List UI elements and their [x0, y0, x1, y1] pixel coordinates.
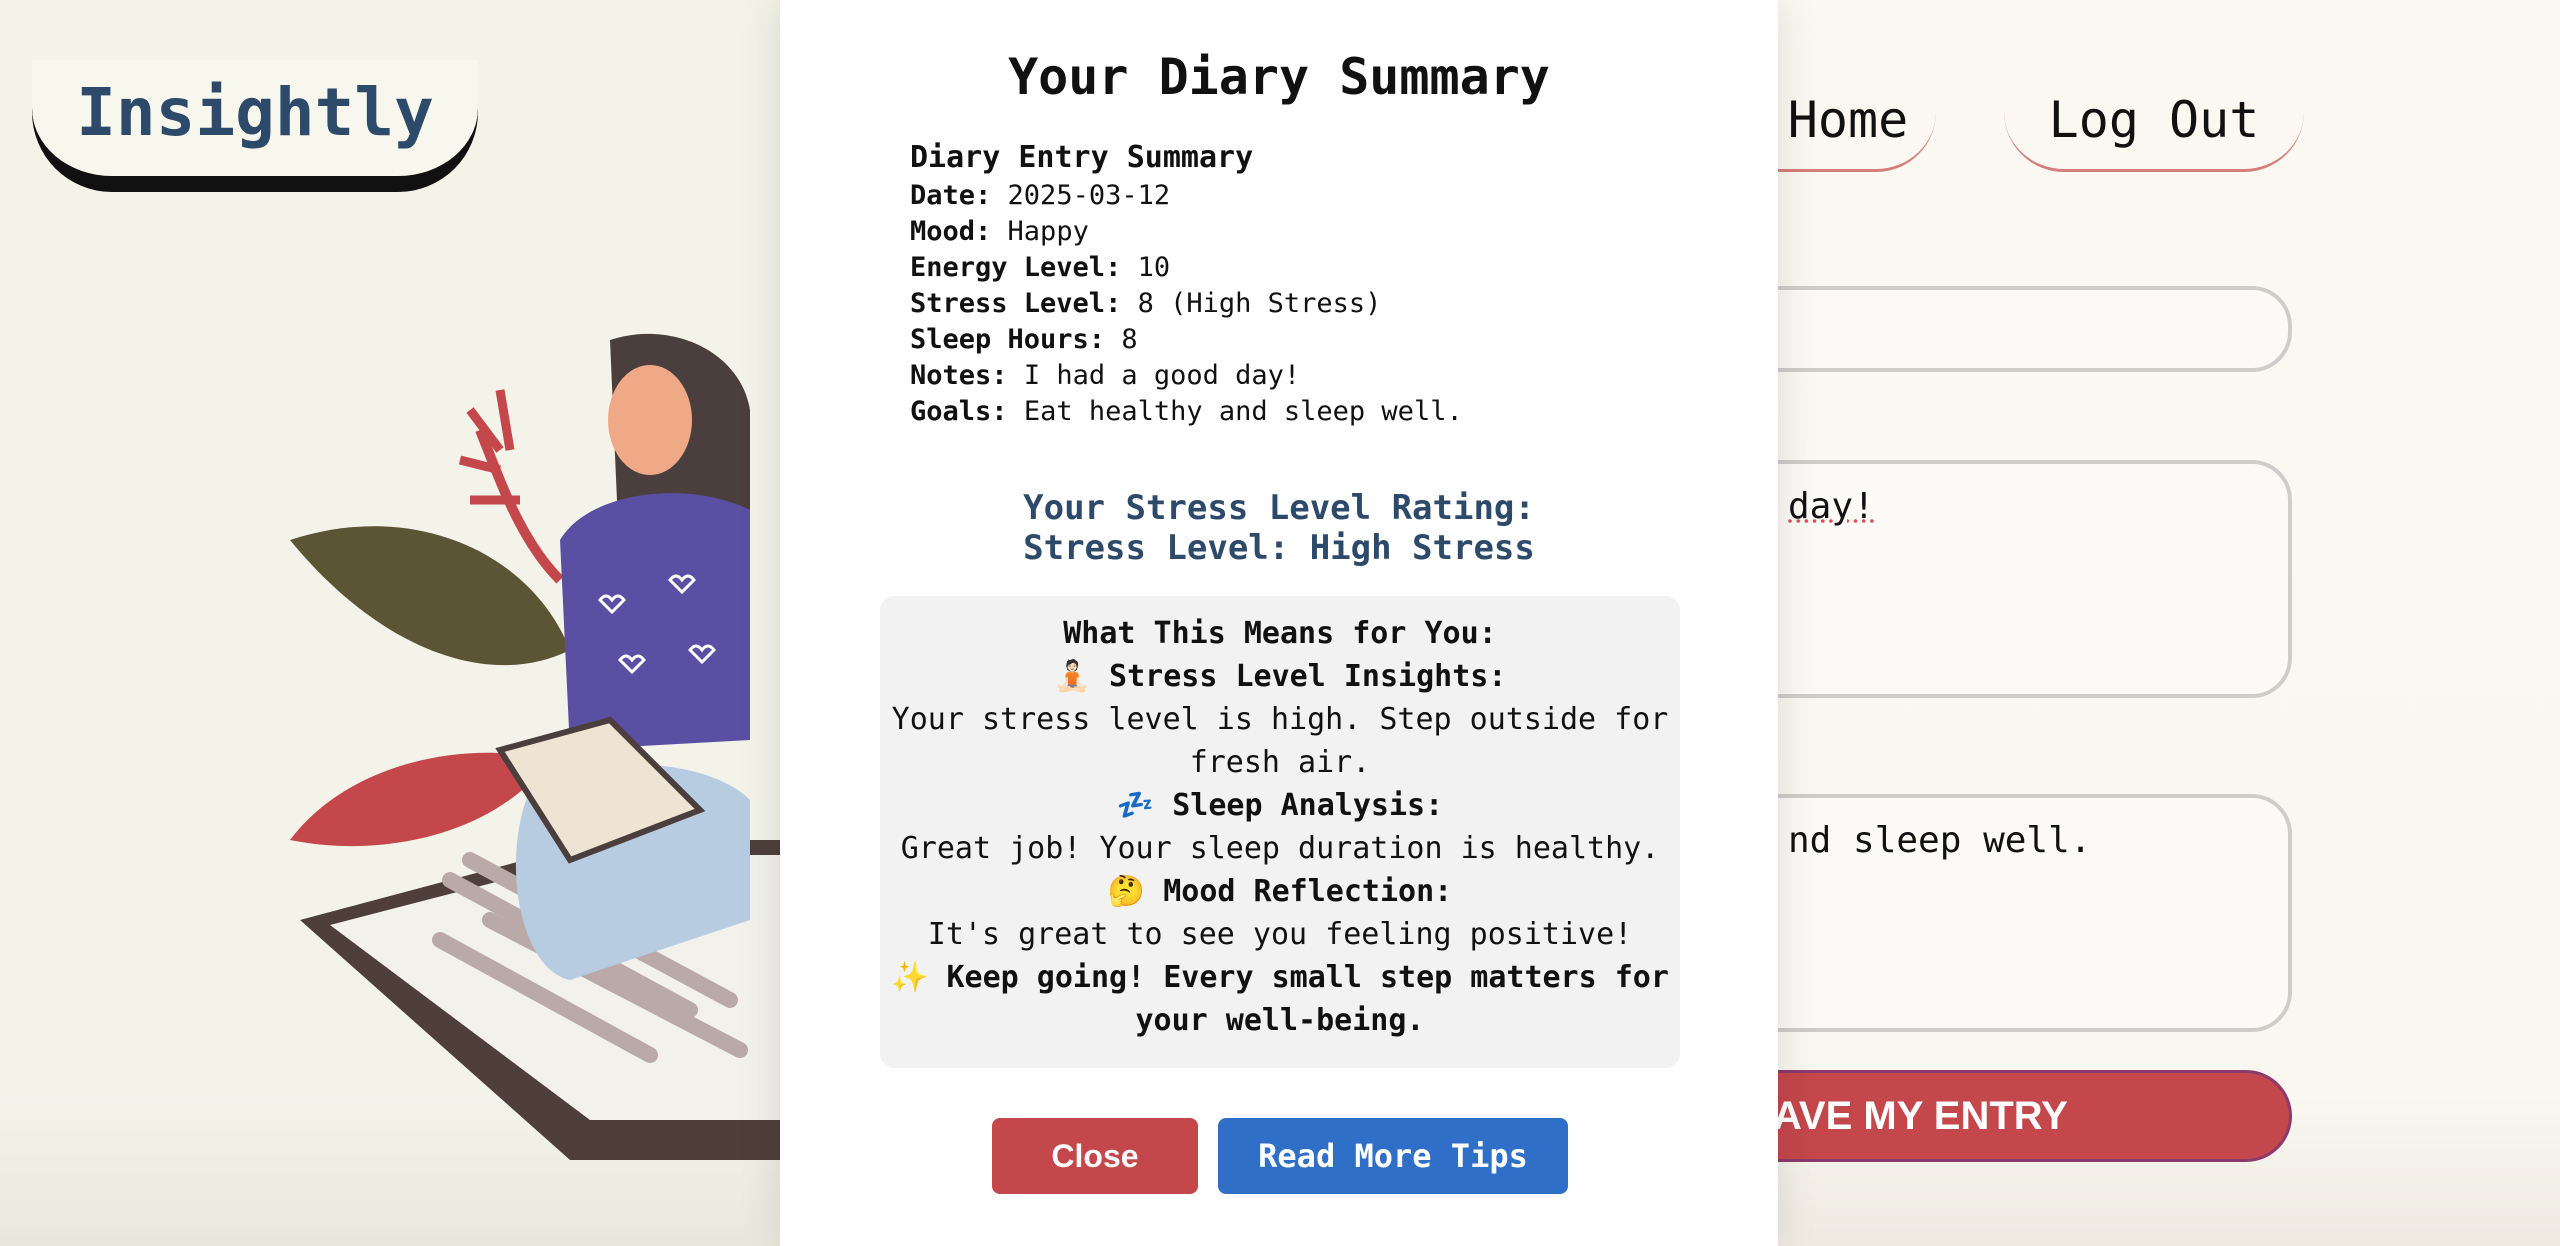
diary-summary-modal: Your Diary Summary Diary Entry Summary D…: [780, 0, 1778, 1246]
rating-line-1: Your Stress Level Rating:: [1023, 488, 1535, 528]
goals-text: nd sleep well.: [1788, 820, 2092, 861]
save-entry-button[interactable]: AVE MY ENTRY: [1700, 1070, 2292, 1162]
notes-textarea[interactable]: day!: [1700, 460, 2292, 698]
goals-row: Goals: Eat healthy and sleep well.: [910, 396, 1463, 427]
date-row: Date: 2025-03-12: [910, 180, 1171, 211]
stress-insights-heading: 🧘🏻 Stress Level Insights:: [1053, 659, 1507, 694]
sleep-analysis-text: Great job! Your sleep duration is health…: [900, 831, 1660, 866]
entry-input[interactable]: [1700, 286, 2292, 372]
diary-entry-summary: Diary Entry Summary Date: 2025-03-12 Moo…: [910, 138, 1463, 430]
nav-logout-button[interactable]: Log Out: [2004, 70, 2304, 172]
mood-row: Mood: Happy: [910, 216, 1089, 247]
goals-textarea[interactable]: nd sleep well.: [1700, 794, 2292, 1032]
rating-line-2: Stress Level: High Stress: [1023, 528, 1535, 568]
diary-illustration: [290, 333, 790, 1160]
insights-title: What This Means for You:: [1063, 616, 1497, 651]
sparkle-icon: ✨: [891, 960, 929, 995]
notes-row: Notes: I had a good day!: [910, 360, 1301, 391]
logo-text: Insightly: [76, 73, 434, 151]
stress-row: Stress Level: 8 (High Stress): [910, 288, 1382, 319]
stress-insights-text: Your stress level is high. Step outside …: [891, 702, 1669, 780]
sleep-analysis-heading: 💤 Sleep Analysis:: [1116, 788, 1444, 823]
mood-reflection-text: It's great to see you feeling positive!: [927, 917, 1633, 952]
summary-title: Diary Entry Summary: [910, 140, 1254, 175]
encouragement: ✨ Keep going! Every small step matters f…: [891, 960, 1669, 1038]
modal-title: Your Diary Summary: [1008, 48, 1550, 106]
logo[interactable]: Insightly: [32, 60, 478, 188]
sleep-row: Sleep Hours: 8: [910, 324, 1138, 355]
read-more-tips-button[interactable]: Read More Tips: [1218, 1118, 1568, 1194]
insights-box: What This Means for You: 🧘🏻 Stress Level…: [880, 596, 1680, 1068]
close-button[interactable]: Close: [992, 1118, 1198, 1194]
notes-text: day!: [1788, 486, 1875, 527]
energy-row: Energy Level: 10: [910, 252, 1171, 283]
stress-rating: Your Stress Level Rating: Stress Level: …: [780, 488, 1778, 568]
mood-reflection-heading: 🤔 Mood Reflection:: [1107, 874, 1453, 909]
